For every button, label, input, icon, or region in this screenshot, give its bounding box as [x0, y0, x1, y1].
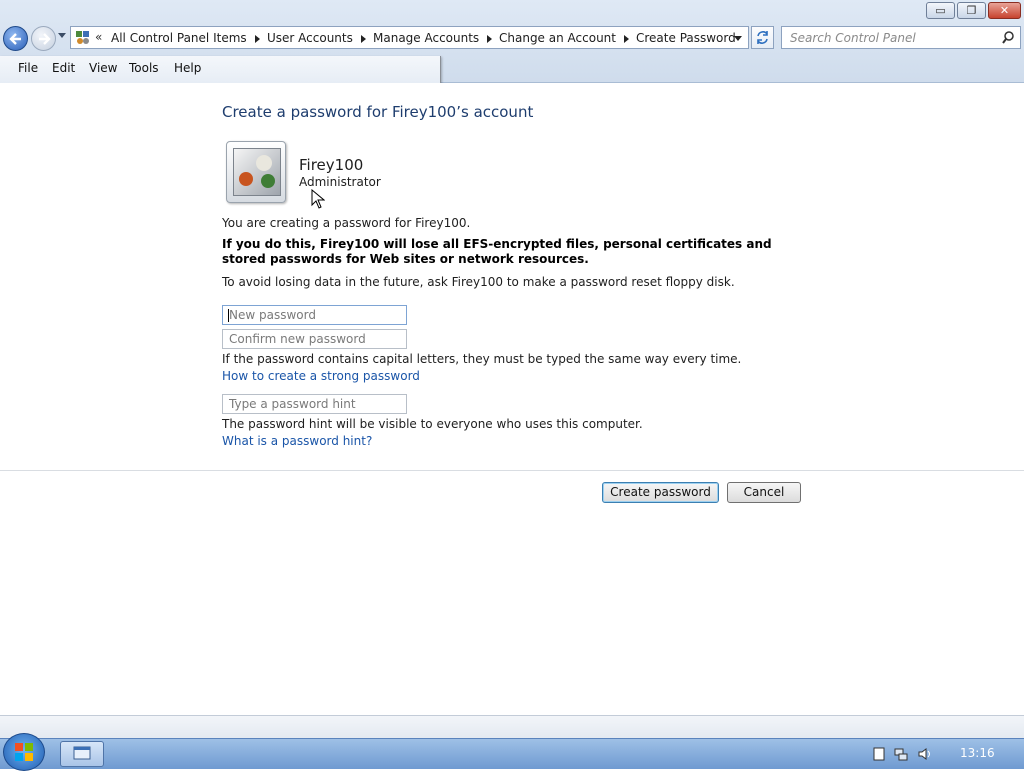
window-chrome: ▭ ❐ ✕ « All Control Panel Items User Acc…: [0, 0, 1024, 89]
menu-edit[interactable]: Edit: [52, 61, 75, 75]
breadcrumb-user-accounts[interactable]: User Accounts: [267, 31, 353, 45]
breadcrumb-create-password[interactable]: Create Password: [636, 31, 736, 45]
control-panel-window-icon: [73, 746, 91, 760]
reset-disk-advice-text: To avoid losing data in the future, ask …: [222, 275, 735, 289]
address-overflow-icon[interactable]: «: [95, 30, 102, 44]
breadcrumb-change-an-account[interactable]: Change an Account: [499, 31, 616, 45]
breadcrumb-separator-icon[interactable]: [487, 35, 492, 43]
user-avatar: [226, 141, 286, 203]
menu-view[interactable]: View: [89, 61, 117, 75]
efs-warning-text: If you do this, Firey100 will lose all E…: [222, 237, 772, 266]
marbles-picture-icon: [239, 155, 275, 188]
divider: [0, 470, 1024, 471]
user-name: Firey100: [299, 156, 364, 174]
network-icon[interactable]: [894, 747, 908, 761]
search-input[interactable]: Search Control Panel: [781, 26, 1021, 49]
volume-icon[interactable]: [918, 747, 932, 761]
refresh-button[interactable]: [751, 26, 774, 49]
breadcrumb-separator-icon[interactable]: [255, 35, 260, 43]
control-panel-icon: [76, 31, 89, 44]
mouse-pointer-icon: [311, 189, 325, 209]
user-role: Administrator: [299, 175, 381, 189]
breadcrumb-separator-icon[interactable]: [624, 35, 629, 43]
status-bar: [0, 715, 1024, 739]
confirm-password-field[interactable]: Confirm new password: [222, 329, 407, 349]
page-title: Create a password for Firey100’s account: [222, 103, 534, 121]
refresh-icon: [757, 31, 768, 44]
password-hint-help-link[interactable]: What is a password hint?: [222, 434, 372, 448]
menu-help[interactable]: Help: [174, 61, 201, 75]
hint-visibility-note: The password hint will be visible to eve…: [222, 417, 643, 431]
forward-arrow-icon: [39, 33, 51, 45]
search-placeholder: Search Control Panel: [790, 31, 916, 45]
breadcrumb-separator-icon[interactable]: [361, 35, 366, 43]
address-bar[interactable]: « All Control Panel Items User Accounts …: [70, 26, 749, 49]
system-tray: [866, 739, 1024, 769]
taskbar-control-panel-button[interactable]: [60, 741, 104, 767]
minimize-button[interactable]: ▭: [926, 2, 955, 19]
start-button[interactable]: [3, 733, 45, 771]
intro-text: You are creating a password for Firey100…: [222, 216, 471, 230]
back-arrow-icon: [9, 33, 21, 45]
recent-pages-dropdown-icon[interactable]: [58, 33, 66, 38]
maximize-button[interactable]: ❐: [957, 2, 986, 19]
taskbar: 13:16: [0, 733, 1024, 771]
search-icon[interactable]: [1002, 31, 1015, 44]
forward-button[interactable]: [31, 26, 56, 51]
minimize-icon: ▭: [935, 4, 946, 17]
close-icon: ✕: [999, 4, 1010, 17]
menu-tools[interactable]: Tools: [129, 61, 159, 75]
back-button[interactable]: [3, 26, 28, 51]
password-hint-placeholder: Type a password hint: [229, 397, 356, 411]
maximize-icon: ❐: [966, 4, 977, 17]
action-center-icon[interactable]: [872, 747, 886, 761]
breadcrumb-manage-accounts[interactable]: Manage Accounts: [373, 31, 479, 45]
content-pane: Create a password for Firey100’s account…: [0, 83, 1024, 715]
avatar-picture: [233, 148, 281, 196]
password-hint-field[interactable]: Type a password hint: [222, 394, 407, 414]
confirm-password-placeholder: Confirm new password: [229, 332, 366, 346]
menu-file[interactable]: File: [18, 61, 38, 75]
create-password-button[interactable]: Create password: [602, 482, 719, 503]
breadcrumb-all-control-panel-items[interactable]: All Control Panel Items: [111, 31, 247, 45]
strong-password-link[interactable]: How to create a strong password: [222, 369, 420, 383]
caps-note-text: If the password contains capital letters…: [222, 352, 742, 366]
address-dropdown-icon[interactable]: [734, 36, 742, 41]
close-button[interactable]: ✕: [988, 2, 1021, 19]
windows-logo-icon: [15, 743, 33, 761]
cancel-button[interactable]: Cancel: [727, 482, 801, 503]
new-password-field[interactable]: New password: [222, 305, 407, 325]
new-password-placeholder: New password: [229, 308, 316, 322]
clock[interactable]: 13:16: [960, 746, 995, 760]
